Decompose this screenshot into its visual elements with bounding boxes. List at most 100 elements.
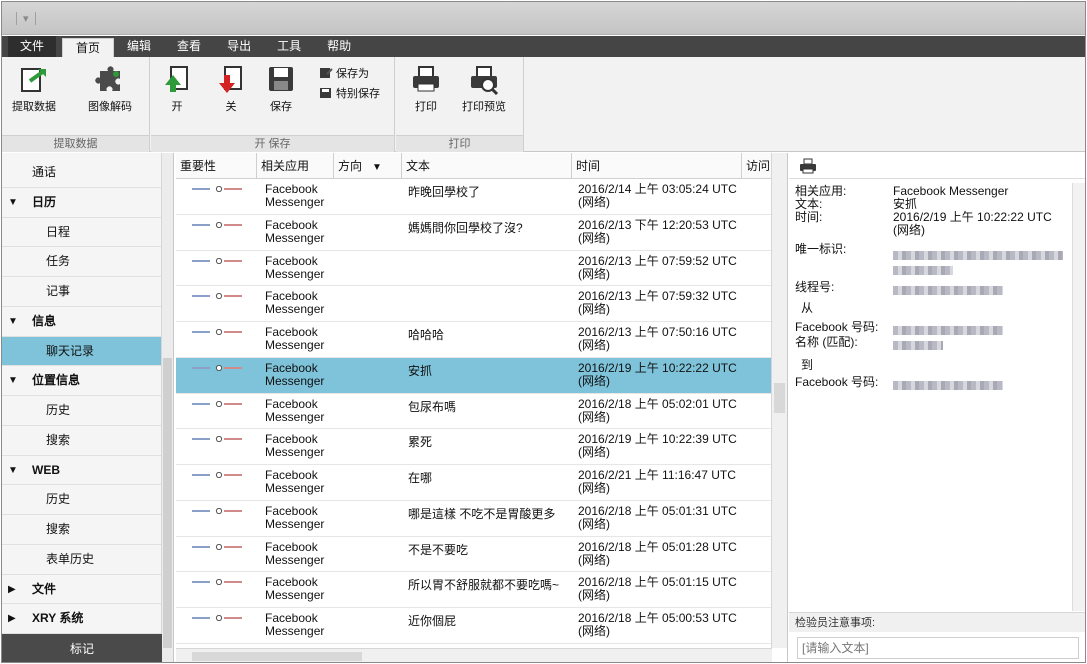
list-hscroll-thumb[interactable] <box>192 652 362 661</box>
row-app: Facebook Messenger <box>265 575 325 603</box>
sidebar-item[interactable]: 记事 <box>2 277 162 307</box>
table-row[interactable]: Facebook Messenger 哈哈哈 2016/2/13 上午 07:50:… <box>176 322 772 358</box>
detail-scrollbar[interactable] <box>1072 183 1085 611</box>
print-button[interactable]: 打印 <box>410 63 442 114</box>
sidebar-item[interactable]: 搜索 <box>2 426 162 456</box>
row-text: 包尿布嗎 <box>408 399 457 414</box>
expand-arrow-icon[interactable]: ▼ <box>8 456 18 486</box>
examiner-notes-input[interactable] <box>797 637 1079 659</box>
table-row[interactable]: Facebook Messenger 近你個屁 2016/2/18 上午 05:00… <box>176 608 772 644</box>
tab-home[interactable]: 首页 <box>62 38 115 57</box>
table-row[interactable]: Facebook Messenger 安抓 2016/2/19 上午 10:22:2… <box>176 357 772 394</box>
col-importance[interactable]: 重要性 <box>176 153 256 179</box>
row-time: 2016/2/13 上午 07:59:52 UTC (网络) <box>578 253 737 281</box>
redacted-uid-2 <box>893 266 953 276</box>
detail-fb-id-label: Facebook 号码: <box>795 320 879 335</box>
sidebar-item[interactable]: ▼ 信息 <box>2 307 162 337</box>
table-row[interactable]: Facebook Messenger 累死 2016/2/19 上午 10:22:3… <box>176 429 772 465</box>
row-time: 2016/2/21 上午 11:16:47 UTC (网络) <box>578 468 736 495</box>
menu-bar: 文件 首页 编辑 查看 导出 工具 帮助 <box>2 36 1085 57</box>
sidebar-footer-tags[interactable]: 标记 <box>2 634 162 662</box>
tab-view[interactable]: 查看 <box>164 36 214 57</box>
row-app: Facebook Messenger <box>265 289 325 317</box>
detail-print-icon[interactable] <box>799 158 817 174</box>
table-row[interactable]: Facebook Messenger 哪是這樣 不吃不是胃酸更多 2016/2/18… <box>176 501 772 537</box>
collapse-arrow-icon[interactable]: ▶ <box>8 604 16 634</box>
printer-icon <box>413 66 439 92</box>
col-direction[interactable]: 方向 ▼ <box>333 153 401 179</box>
detail-thread-label: 线程号: <box>795 280 835 295</box>
sidebar-item[interactable]: 搜索 <box>2 515 162 545</box>
detail-pane: 相关应用: Facebook Messenger 文本: 安抓 时间: 2016… <box>789 153 1085 662</box>
sidebar-item-label: 日程 <box>46 224 71 239</box>
sidebar-scroll-thumb[interactable] <box>163 358 172 648</box>
sidebar-item-label: 日历 <box>32 194 57 209</box>
print-preview-button[interactable]: 打印预览 <box>462 63 506 114</box>
col-app[interactable]: 相关应用 <box>256 153 333 179</box>
tab-tools[interactable]: 工具 <box>264 36 314 57</box>
sidebar-item[interactable]: 聊天记录 <box>2 336 162 367</box>
importance-slider-icon <box>192 186 242 192</box>
row-time: 2016/2/13 上午 07:59:32 UTC (网络) <box>578 289 737 317</box>
collapse-arrow-icon[interactable]: ▶ <box>8 575 16 605</box>
row-text: 累死 <box>408 435 433 450</box>
expand-arrow-icon[interactable]: ▼ <box>8 366 18 396</box>
sidebar-item[interactable]: 历史 <box>2 485 162 515</box>
row-app: Facebook Messenger <box>265 611 325 638</box>
ribbon: 提取数据 图像解码 提取数据 开 关 保存 保存为 特别保存 开 保存 打印 打… <box>2 57 1085 152</box>
sidebar-item[interactable]: ▼ 日历 <box>2 188 162 218</box>
table-row[interactable]: Facebook Messenger 包尿布嗎 2016/2/18 上午 05:02… <box>176 394 772 430</box>
row-app: Facebook Messenger <box>265 468 325 495</box>
save-button[interactable]: 保存 <box>265 63 297 114</box>
importance-slider-icon <box>192 364 242 371</box>
sidebar: 通话 ▼ 日历 日程 任务 记事 ▼ 信息 聊天记录 ▼ 位置信息 历史 搜索 ▼ WEB 历史 搜索 表单历史 ▶… <box>2 153 174 662</box>
table-row[interactable]: Facebook Messenger 昨晚回學校了 2016/2/14 上午 03:… <box>176 179 772 215</box>
sidebar-item[interactable]: 历史 <box>2 396 162 426</box>
quick-access-toolbar[interactable]: ▾ <box>16 11 56 25</box>
table-row[interactable]: Facebook Messenger 不是不要吃 2016/2/18 上午 05:0… <box>176 537 772 573</box>
menu-file[interactable]: 文件 <box>8 36 57 57</box>
tab-help[interactable]: 帮助 <box>314 36 364 57</box>
print-preview-icon <box>471 66 499 95</box>
col-access[interactable]: 访问 <box>741 153 772 179</box>
list-horizontal-scrollbar[interactable] <box>176 648 772 662</box>
sidebar-item[interactable]: ▶ XRY 系统 <box>2 604 162 634</box>
table-row[interactable]: Facebook Messenger 2016/2/13 上午 07:59:32 … <box>176 286 772 322</box>
sidebar-item[interactable]: ▼ 位置信息 <box>2 366 162 396</box>
importance-slider-icon <box>192 579 242 586</box>
tab-edit[interactable]: 编辑 <box>114 36 164 57</box>
open-button[interactable]: 开 <box>161 63 193 114</box>
sidebar-item-label: 记事 <box>46 284 71 298</box>
expand-arrow-icon[interactable]: ▼ <box>8 188 18 218</box>
image-decode-button[interactable]: 图像解码 <box>88 63 132 114</box>
table-row[interactable]: Facebook Messenger 2016/2/13 上午 07:59:52 … <box>176 251 772 287</box>
table-row[interactable]: Facebook Messenger 所以胃不舒服就都不要吃嗎~ 2016/2/18… <box>176 572 772 608</box>
row-time: 2016/2/18 上午 05:01:15 UTC (网络) <box>578 575 737 603</box>
special-save-button[interactable]: 特别保存 <box>319 85 380 101</box>
sidebar-item[interactable]: 通话 <box>2 158 162 188</box>
col-text[interactable]: 文本 <box>401 153 571 179</box>
sidebar-item[interactable]: 日程 <box>2 218 162 248</box>
list-vertical-scrollbar[interactable] <box>771 153 787 648</box>
table-row[interactable]: Facebook Messenger 媽媽問你回學校了沒? 2016/2/13 下午… <box>176 215 772 251</box>
sidebar-item[interactable]: ▼ WEB <box>2 456 162 486</box>
sidebar-scrollbar[interactable] <box>161 153 173 662</box>
tab-export[interactable]: 导出 <box>214 36 264 57</box>
open-icon <box>165 66 188 92</box>
customize-icon[interactable]: ▾ <box>23 12 29 25</box>
sidebar-item[interactable]: ▶ 文件 <box>2 575 162 605</box>
list-scroll-thumb[interactable] <box>774 383 785 413</box>
sidebar-item[interactable]: 任务 <box>2 247 162 277</box>
row-app: Facebook Messenger <box>265 539 325 567</box>
sidebar-item-label: 表单历史 <box>46 551 95 566</box>
col-time[interactable]: 时间 <box>571 153 741 179</box>
close-button[interactable]: 关 <box>215 63 247 114</box>
row-text: 在哪 <box>408 471 433 485</box>
message-list: 重要性 相关应用 方向 ▼ 文本 时间 访问 Facebook Messenger… <box>176 153 788 662</box>
expand-arrow-icon[interactable]: ▼ <box>8 307 18 337</box>
table-row[interactable]: Facebook Messenger 在哪 2016/2/21 上午 11:16:4… <box>176 465 772 501</box>
row-app: Facebook Messenger <box>265 182 325 209</box>
sidebar-item[interactable]: 表单历史 <box>2 545 162 575</box>
extract-data-button[interactable]: 提取数据 <box>12 63 56 114</box>
save-as-button[interactable]: 保存为 <box>319 65 369 81</box>
